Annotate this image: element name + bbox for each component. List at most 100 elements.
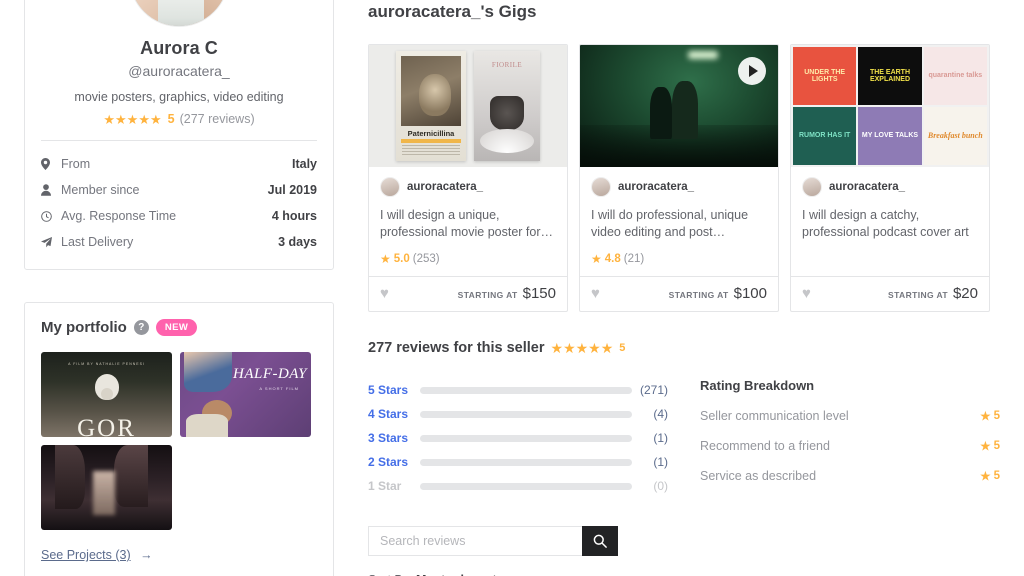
rating-bar-row[interactable]: 4 Stars (4) [368,402,668,426]
poster-secondary-figure [490,96,524,130]
poster-face [419,74,451,116]
location-pin-icon [41,158,61,170]
rating-bar-row[interactable]: 5 Stars (271) [368,378,668,402]
legs-illustration [184,352,232,392]
gig-price: $20 [952,285,978,302]
gig-price: $150 [522,285,556,302]
rating-bar-label: 1 Star [368,479,402,493]
breakdown-score: ★ 5 [980,469,1000,483]
gig-seller[interactable]: auroracatera_ [802,177,978,197]
avatar-container [25,0,333,27]
portfolio-header: My portfolio ? NEW [41,319,317,336]
reviews-rating-value: 5 [619,342,626,354]
portfolio-item-gorgo[interactable]: A FILM BY NATHALIE PENNESI GOR [41,352,172,437]
stat-row-member-since: Member since Jul 2019 [41,177,317,203]
stat-value: 3 days [278,235,317,249]
reviews-count-title: 277 reviews for this seller [368,340,545,356]
podcast-cover-grid-thumbnail[interactable]: UNDER THE LIGHTS THE EARTH EXPLAINED qua… [791,45,989,167]
poster-accent-bar [401,139,461,143]
gig-footer: ♥ STARTING AT $150 [369,276,567,311]
gig-card[interactable]: Paternicillina FIORILE auroracatera_ I w… [368,44,568,312]
breakdown-label: Service as described [700,469,817,483]
rating-bar-label[interactable]: 2 Stars [368,455,420,469]
seller-handle: @auroracatera_ [128,63,230,79]
podcast-tile: THE EARTH EXPLAINED [858,47,922,105]
stat-value: Jul 2019 [267,183,317,197]
gig-price-block: STARTING AT $20 [888,285,978,302]
gig-card[interactable]: auroracatera_ I will do professional, un… [579,44,779,312]
avatar [380,177,400,197]
star-icon: ★ [980,411,991,423]
gig-rating-value: 5.0 [393,253,410,265]
breakdown-label: Recommend to a friend [700,439,830,453]
seller-rating: ★★★★★ 5 (277 reviews) [25,112,333,126]
rating-bar-track [420,434,632,442]
gig-body: auroracatera_ I will design a catchy, pr… [791,167,989,267]
portfolio-grid: A FILM BY NATHALIE PENNESI GOR HALF-DAY … [41,352,317,530]
gig-card[interactable]: UNDER THE LIGHTS THE EARTH EXPLAINED qua… [790,44,990,312]
breakdown-row: Service as described ★ 5 [700,469,1000,483]
rating-count: (277 reviews) [179,112,255,126]
portfolio-item-cave[interactable] [41,445,172,530]
gig-description[interactable]: I will do professional, unique video edi… [591,207,767,242]
breakdown-row: Recommend to a friend ★ 5 [700,439,1000,453]
heart-icon[interactable]: ♥ [802,285,811,302]
gig-body: auroracatera_ I will do professional, un… [580,167,778,267]
rating-bar-row[interactable]: 2 Stars (1) [368,450,668,474]
starting-at-label: STARTING AT [888,290,948,300]
rating-bar-label[interactable]: 4 Stars [368,407,420,421]
poster-secondary: FIORILE [474,51,540,161]
gig-price: $100 [733,285,767,302]
movie-poster-thumbnail[interactable]: Paternicillina FIORILE [369,45,567,167]
poster-secondary-title: FIORILE [491,61,523,69]
gig-seller[interactable]: auroracatera_ [380,177,556,197]
poster-title: Paternicillina [407,129,455,138]
play-icon[interactable] [738,57,766,85]
search-button[interactable] [582,526,618,556]
arrow-right-icon: → [140,548,153,562]
star-icon: ★ [380,252,391,266]
podcast-tile: RUMOR HAS IT [793,107,857,165]
rock-right [114,445,148,507]
video-thumbnail[interactable] [580,45,778,167]
avatar[interactable] [129,0,229,27]
see-projects-row: See Projects (3) → [41,548,317,562]
rock-left [55,445,85,509]
search-reviews-input[interactable] [368,526,582,556]
portfolio-item-half-day[interactable]: HALF-DAY A SHORT FILM [180,352,311,437]
reviews-heading: 277 reviews for this seller ★★★★★ 5 [368,340,1000,356]
star-icon: ★ [591,252,602,266]
poster-paternicillina: Paternicillina [396,51,466,161]
heart-icon[interactable]: ♥ [380,285,389,302]
breakdown-score-value: 5 [993,410,1000,422]
poster-photo [401,56,461,126]
stat-value: 4 hours [271,209,317,223]
gig-rating-count: (21) [623,253,645,265]
gig-price-block: STARTING AT $100 [669,285,767,302]
figure-glow [93,471,115,515]
ceiling-light [688,51,718,59]
rating-bar-label[interactable]: 5 Stars [368,383,420,397]
rating-bar-count: (4) [653,407,668,421]
breakdown-score-value: 5 [993,470,1000,482]
main-content: auroracatera_'s Gigs Paternicillina FIOR… [344,0,1024,576]
help-icon[interactable]: ? [133,320,149,335]
rating-bar-row: 1 Star (0) [368,474,668,498]
gig-description[interactable]: I will design a catchy, professional pod… [802,207,978,242]
gig-seller-name: auroracatera_ [618,181,695,193]
rating-bar-label[interactable]: 3 Stars [368,431,420,445]
rating-bar-count: (0) [653,479,668,493]
gig-seller-name: auroracatera_ [407,181,484,193]
see-projects-link[interactable]: See Projects (3) [41,548,131,562]
avatar-top [158,0,204,26]
gig-seller[interactable]: auroracatera_ [591,177,767,197]
portfolio-item-caption: HALF-DAY [232,366,307,382]
heart-icon[interactable]: ♥ [591,285,600,302]
rating-breakdown: Rating Breakdown Seller communication le… [668,378,1000,498]
rating-bar-row[interactable]: 3 Stars (1) [368,426,668,450]
gig-rating-value: 4.8 [604,253,621,265]
stat-label: Member since [61,183,140,197]
seller-name: Aurora C [140,38,218,58]
star-icons: ★★★★★ [550,340,614,356]
gig-description[interactable]: I will design a unique, professional mov… [380,207,556,242]
